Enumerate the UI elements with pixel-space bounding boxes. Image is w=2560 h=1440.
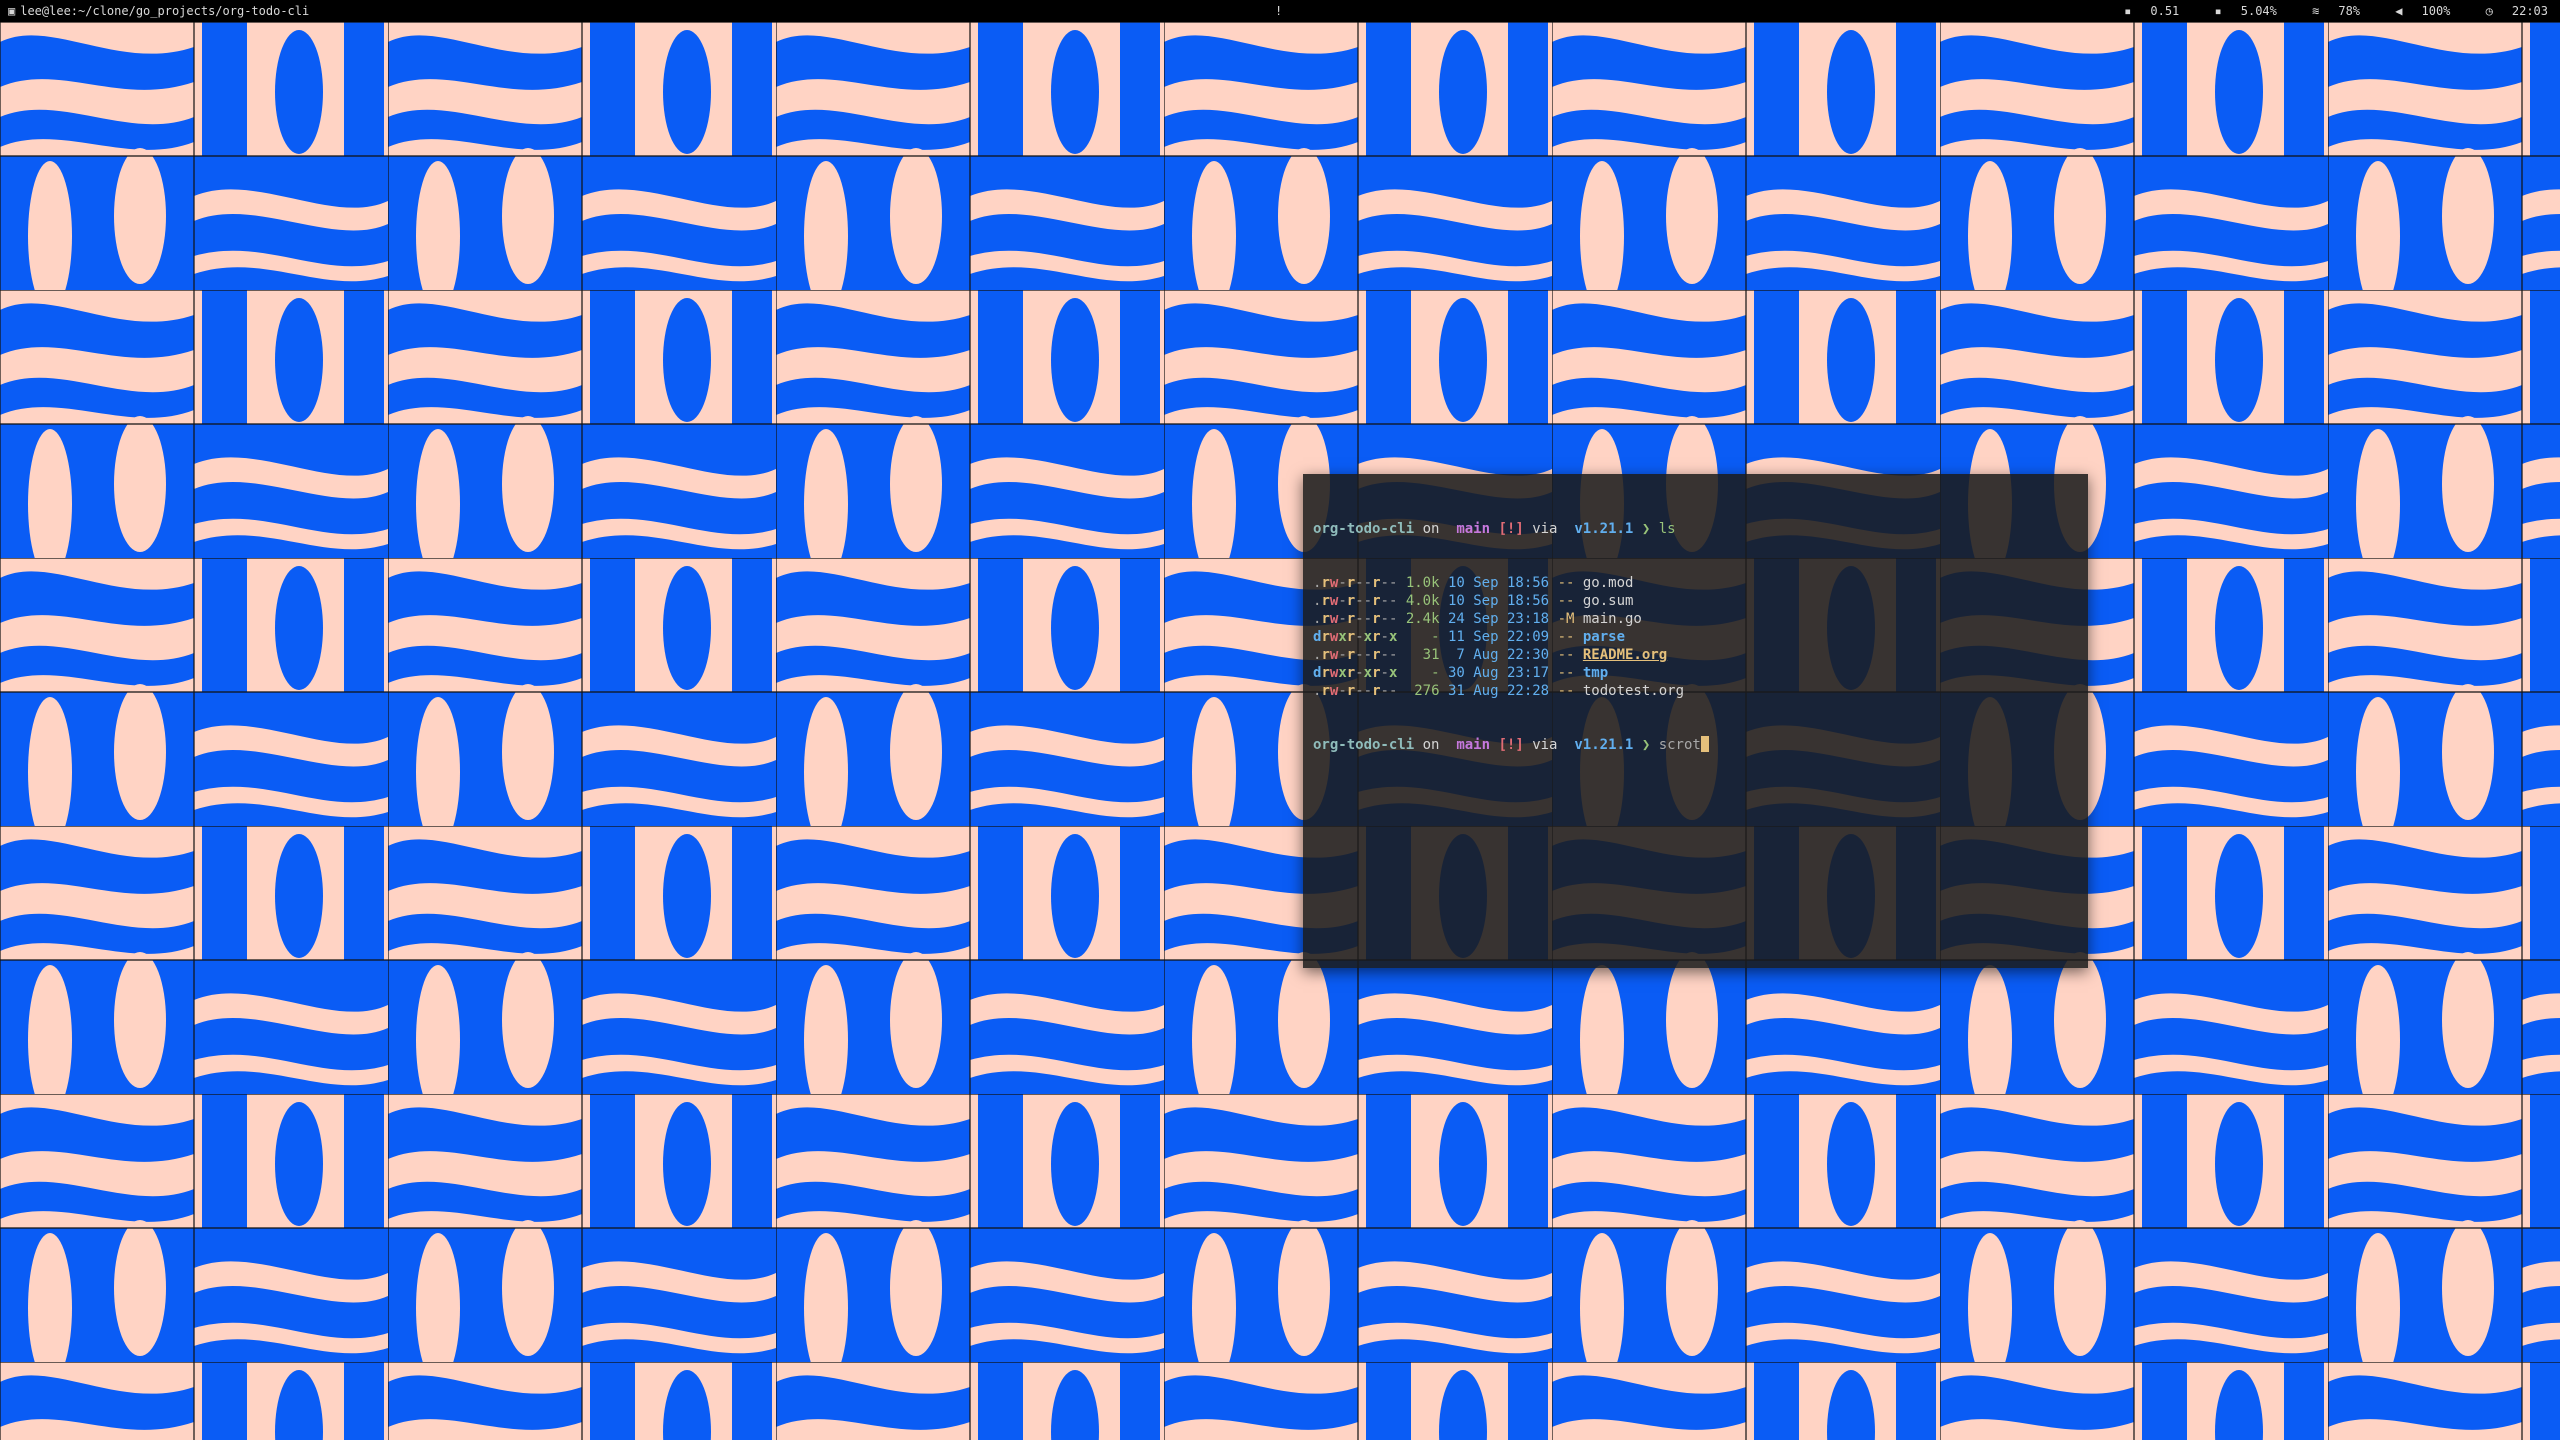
git-status: -- bbox=[1557, 629, 1575, 645]
file-name: go.sum bbox=[1582, 593, 1634, 609]
workspace-indicator[interactable]: ! bbox=[1275, 0, 1282, 22]
modified-date: 10 Sep 18:56 bbox=[1447, 593, 1550, 609]
prompt-line-1: org-todo-cli on main [!] via v1.21.1 ❯ l… bbox=[1313, 521, 1676, 537]
listing-row: .rw-r--r-- 31 7 Aug 22:30 -- README.org bbox=[1313, 646, 2078, 664]
top-bar: ▣ lee@lee:~/clone/go_projects/org-todo-cl… bbox=[0, 0, 2560, 22]
terminal-output[interactable]: org-todo-cli on main [!] via v1.21.1 ❯ l… bbox=[1313, 484, 2078, 790]
permissions: .rw-r--r-- bbox=[1313, 611, 1398, 627]
permissions: .rw-r--r-- bbox=[1313, 575, 1398, 591]
file-size: 276 bbox=[1405, 683, 1440, 699]
git-status: -M bbox=[1557, 611, 1575, 627]
modified-date: 31 Aug 22:28 bbox=[1447, 683, 1550, 699]
wifi-status[interactable]: ≋ 78% bbox=[2298, 4, 2360, 18]
file-name: go.mod bbox=[1582, 575, 1634, 591]
modified-date: 30 Aug 23:17 bbox=[1447, 665, 1550, 681]
git-status: -- bbox=[1557, 647, 1575, 663]
status-area: ▪ 0.51 ▪ 5.04% ≋ 78% ◀ 100% ◷ 22:03 bbox=[2096, 0, 2548, 22]
window-title-text: lee@lee:~/clone/go_projects/org-todo-cli bbox=[20, 4, 310, 18]
volume-status[interactable]: ◀ 100% bbox=[2381, 4, 2450, 18]
permissions: .rw-r--r-- bbox=[1313, 647, 1398, 663]
listing-row: drwxr-xr-x - 30 Aug 23:17 -- tmp bbox=[1313, 664, 2078, 682]
modified-date: 10 Sep 18:56 bbox=[1447, 575, 1550, 591]
git-status: -- bbox=[1557, 665, 1575, 681]
text-cursor bbox=[1700, 736, 1709, 752]
file-size: 31 bbox=[1405, 647, 1440, 663]
terminal-icon: ▣ bbox=[8, 4, 16, 18]
file-size: 4.0k bbox=[1405, 593, 1440, 609]
terminal-window[interactable]: org-todo-cli on main [!] via v1.21.1 ❯ l… bbox=[1303, 474, 2088, 968]
permissions: .rw-r--r-- bbox=[1313, 683, 1398, 699]
command-input: scrot bbox=[1658, 737, 1701, 753]
modified-date: 11 Sep 22:09 bbox=[1447, 629, 1550, 645]
git-status: -- bbox=[1557, 575, 1575, 591]
git-status: -- bbox=[1557, 593, 1575, 609]
file-name: todotest.org bbox=[1582, 683, 1685, 699]
file-name: parse bbox=[1582, 629, 1626, 645]
volume-icon: ◀ bbox=[2395, 4, 2403, 18]
memory-icon: ▪ bbox=[2214, 4, 2222, 18]
file-name: main.go bbox=[1582, 611, 1642, 627]
cpu-icon: ▪ bbox=[2124, 4, 2132, 18]
memory-status: ▪ 5.04% bbox=[2214, 4, 2277, 18]
file-listing: .rw-r--r-- 1.0k 10 Sep 18:56 -- go.mod .r… bbox=[1313, 574, 2078, 700]
prompt-line-2[interactable]: org-todo-cli on main [!] via v1.21.1 ❯ s… bbox=[1313, 736, 2078, 754]
cpu-status: ▪ 0.51 bbox=[2124, 4, 2180, 18]
wifi-icon: ≋ bbox=[2312, 4, 2320, 18]
git-status: -- bbox=[1557, 683, 1575, 699]
file-size: 2.4k bbox=[1405, 611, 1440, 627]
file-size: - bbox=[1405, 665, 1440, 681]
modified-date: 24 Sep 23:18 bbox=[1447, 611, 1550, 627]
file-size: 1.0k bbox=[1405, 575, 1440, 591]
file-size: - bbox=[1405, 629, 1440, 645]
clock: ◷ 22:03 bbox=[2485, 4, 2548, 18]
file-name: README.org bbox=[1582, 647, 1668, 663]
clock-icon: ◷ bbox=[2485, 4, 2493, 18]
modified-date: 7 Aug 22:30 bbox=[1447, 647, 1550, 663]
permissions: .rw-r--r-- bbox=[1313, 593, 1398, 609]
listing-row: .rw-r--r-- 276 31 Aug 22:28 -- todotest.… bbox=[1313, 682, 2078, 700]
permissions: drwxr-xr-x bbox=[1313, 629, 1398, 645]
listing-row: .rw-r--r-- 1.0k 10 Sep 18:56 -- go.mod bbox=[1313, 574, 2078, 592]
desktop-wallpaper bbox=[0, 22, 2560, 1440]
listing-row: drwxr-xr-x - 11 Sep 22:09 -- parse bbox=[1313, 628, 2078, 646]
file-name: tmp bbox=[1582, 665, 1609, 681]
listing-row: .rw-r--r-- 2.4k 24 Sep 23:18 -M main.go bbox=[1313, 610, 2078, 628]
listing-row: .rw-r--r-- 4.0k 10 Sep 18:56 -- go.sum bbox=[1313, 592, 2078, 610]
window-title: ▣ lee@lee:~/clone/go_projects/org-todo-cl… bbox=[8, 0, 309, 22]
command-text: ls bbox=[1658, 521, 1676, 537]
permissions: drwxr-xr-x bbox=[1313, 665, 1398, 681]
